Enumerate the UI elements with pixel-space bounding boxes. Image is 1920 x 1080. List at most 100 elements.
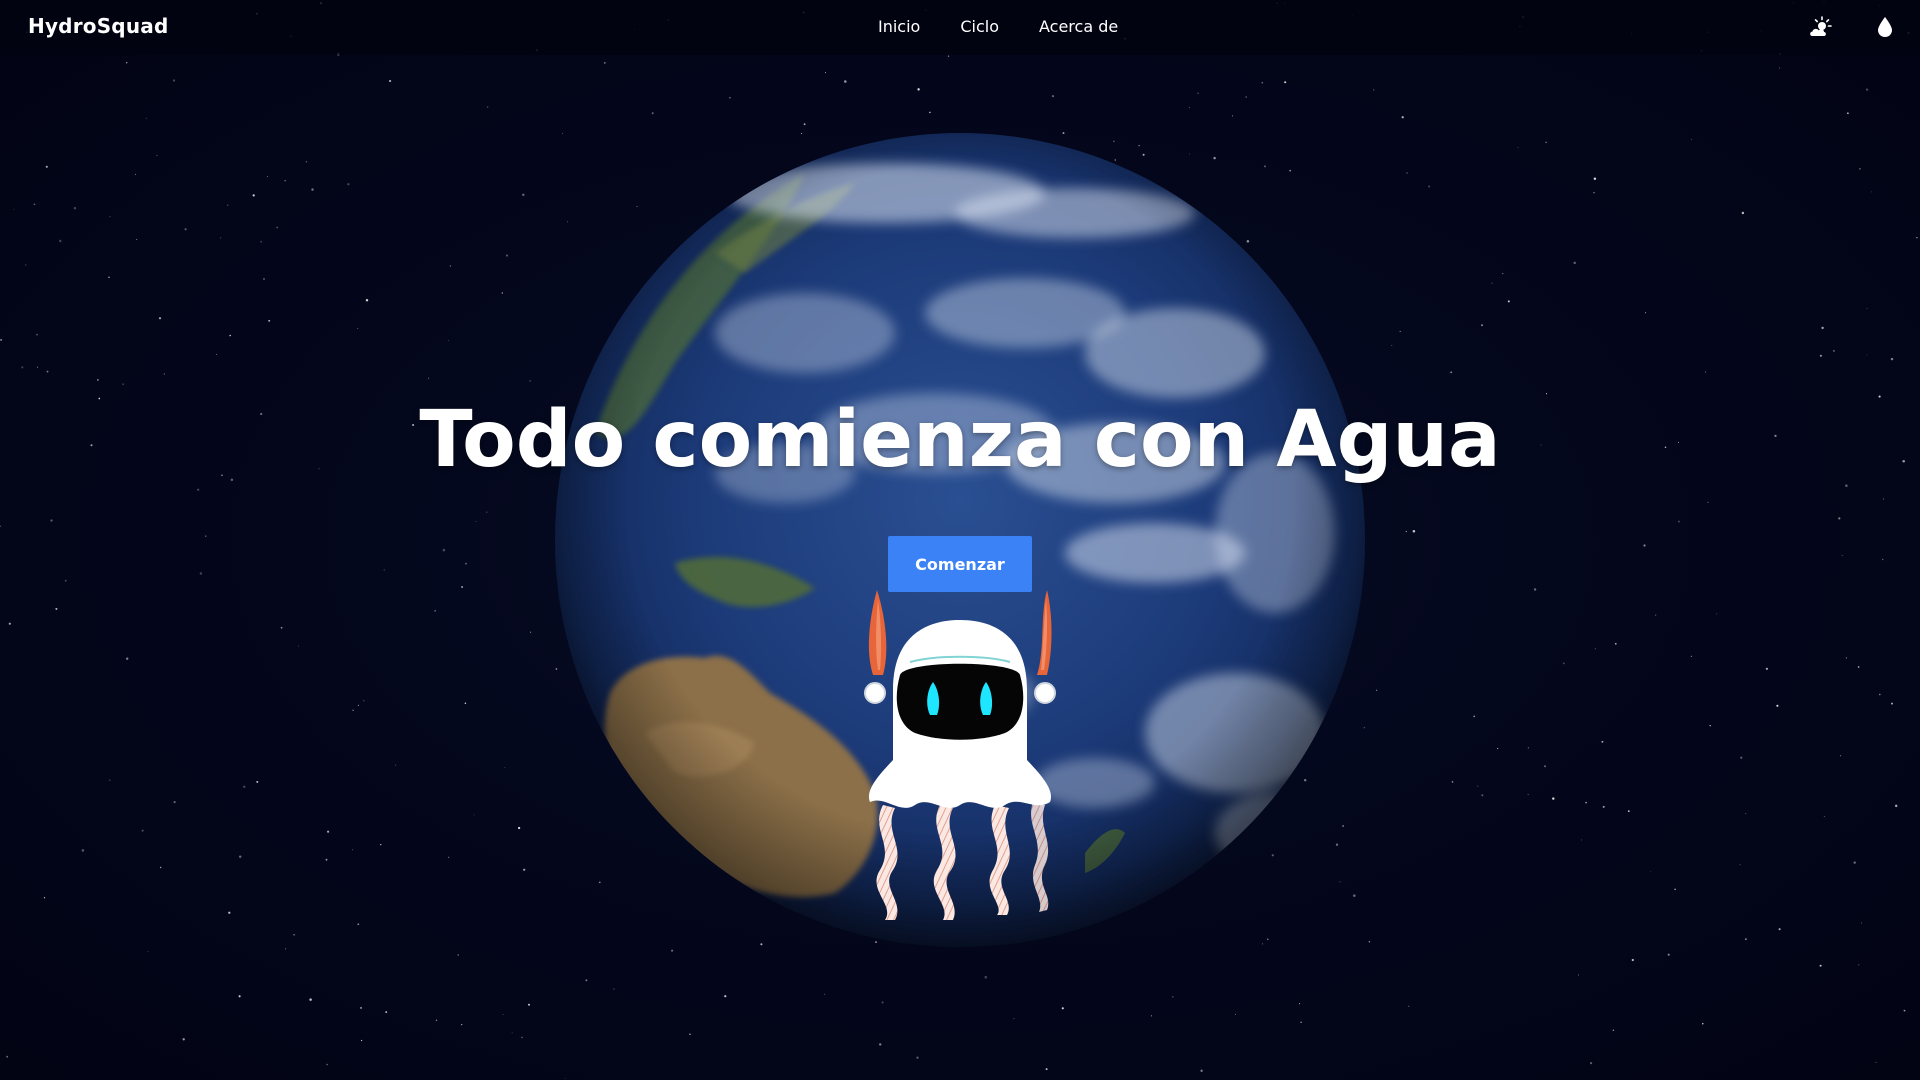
star bbox=[1375, 689, 1378, 691]
star bbox=[1654, 614, 1657, 616]
star bbox=[163, 373, 165, 375]
star bbox=[1585, 801, 1587, 804]
star bbox=[55, 607, 58, 610]
star bbox=[352, 709, 354, 711]
star bbox=[502, 1013, 504, 1016]
star bbox=[284, 180, 286, 182]
star bbox=[1577, 974, 1580, 976]
star bbox=[380, 843, 382, 846]
star bbox=[46, 370, 49, 373]
star bbox=[229, 334, 231, 337]
nav-links: Inicio Ciclo Acerca de bbox=[878, 17, 1118, 36]
star bbox=[388, 79, 392, 83]
star bbox=[1709, 724, 1711, 727]
star bbox=[252, 194, 255, 197]
star bbox=[929, 111, 931, 114]
star bbox=[442, 548, 446, 552]
star bbox=[1601, 740, 1604, 743]
star bbox=[1562, 662, 1565, 665]
star bbox=[1741, 211, 1745, 215]
star bbox=[475, 521, 477, 523]
star bbox=[109, 216, 111, 218]
star bbox=[881, 1001, 884, 1004]
star bbox=[603, 61, 606, 64]
star bbox=[1870, 191, 1872, 193]
star bbox=[1284, 81, 1287, 84]
star bbox=[395, 764, 397, 766]
star bbox=[145, 117, 147, 119]
start-button[interactable]: Comenzar bbox=[888, 536, 1032, 592]
nav-link-ciclo[interactable]: Ciclo bbox=[960, 17, 999, 36]
star bbox=[159, 866, 162, 869]
star bbox=[8, 622, 11, 625]
star bbox=[464, 702, 467, 705]
star bbox=[1707, 501, 1709, 504]
star bbox=[984, 975, 988, 979]
star bbox=[1533, 588, 1537, 591]
star bbox=[172, 79, 176, 82]
star bbox=[585, 979, 588, 982]
nav-link-acerca-de[interactable]: Acerca de bbox=[1039, 17, 1118, 36]
star bbox=[879, 1043, 882, 1046]
star bbox=[134, 173, 136, 175]
star bbox=[465, 562, 467, 565]
star bbox=[156, 154, 158, 156]
star bbox=[1778, 67, 1780, 69]
star bbox=[1819, 964, 1822, 967]
star bbox=[1776, 704, 1779, 707]
star bbox=[1197, 92, 1199, 95]
star bbox=[228, 911, 231, 914]
star bbox=[844, 80, 847, 83]
star bbox=[528, 1003, 530, 1006]
star bbox=[1406, 172, 1408, 174]
star bbox=[125, 62, 128, 64]
star bbox=[1061, 1007, 1064, 1010]
star bbox=[1405, 530, 1407, 533]
star bbox=[523, 868, 526, 871]
star bbox=[1840, 755, 1842, 757]
star bbox=[25, 264, 27, 266]
star bbox=[293, 934, 295, 936]
star bbox=[1477, 785, 1479, 787]
star bbox=[530, 631, 532, 633]
star bbox=[824, 993, 826, 995]
nav-icons bbox=[1808, 14, 1898, 40]
star bbox=[613, 988, 615, 990]
star bbox=[1878, 693, 1881, 696]
star bbox=[359, 1006, 363, 1009]
star bbox=[521, 1036, 523, 1039]
star bbox=[724, 995, 727, 998]
star bbox=[305, 161, 308, 163]
star bbox=[1739, 864, 1741, 866]
star bbox=[1450, 371, 1453, 374]
weather-icon[interactable] bbox=[1808, 14, 1834, 40]
star bbox=[363, 700, 365, 702]
star bbox=[1916, 236, 1918, 239]
star bbox=[197, 488, 200, 491]
star bbox=[383, 569, 385, 571]
star bbox=[825, 72, 826, 74]
star bbox=[297, 645, 299, 647]
water-drop-icon[interactable] bbox=[1872, 14, 1898, 40]
star bbox=[651, 112, 654, 115]
star bbox=[36, 333, 38, 336]
star bbox=[473, 814, 475, 816]
star bbox=[43, 897, 46, 899]
star bbox=[916, 1056, 919, 1059]
star bbox=[1858, 167, 1861, 170]
star bbox=[326, 1063, 328, 1066]
star bbox=[1894, 804, 1898, 808]
star bbox=[13, 208, 15, 210]
star bbox=[1667, 953, 1670, 956]
nav-link-inicio[interactable]: Inicio bbox=[878, 17, 920, 36]
star bbox=[487, 106, 489, 108]
star bbox=[59, 239, 62, 243]
star bbox=[1502, 273, 1504, 275]
brand-logo[interactable]: HydroSquad bbox=[28, 14, 168, 38]
star bbox=[1643, 544, 1646, 547]
star bbox=[486, 511, 488, 513]
star bbox=[1716, 613, 1718, 615]
star bbox=[1823, 816, 1825, 818]
star bbox=[357, 327, 359, 329]
star bbox=[1847, 112, 1849, 115]
